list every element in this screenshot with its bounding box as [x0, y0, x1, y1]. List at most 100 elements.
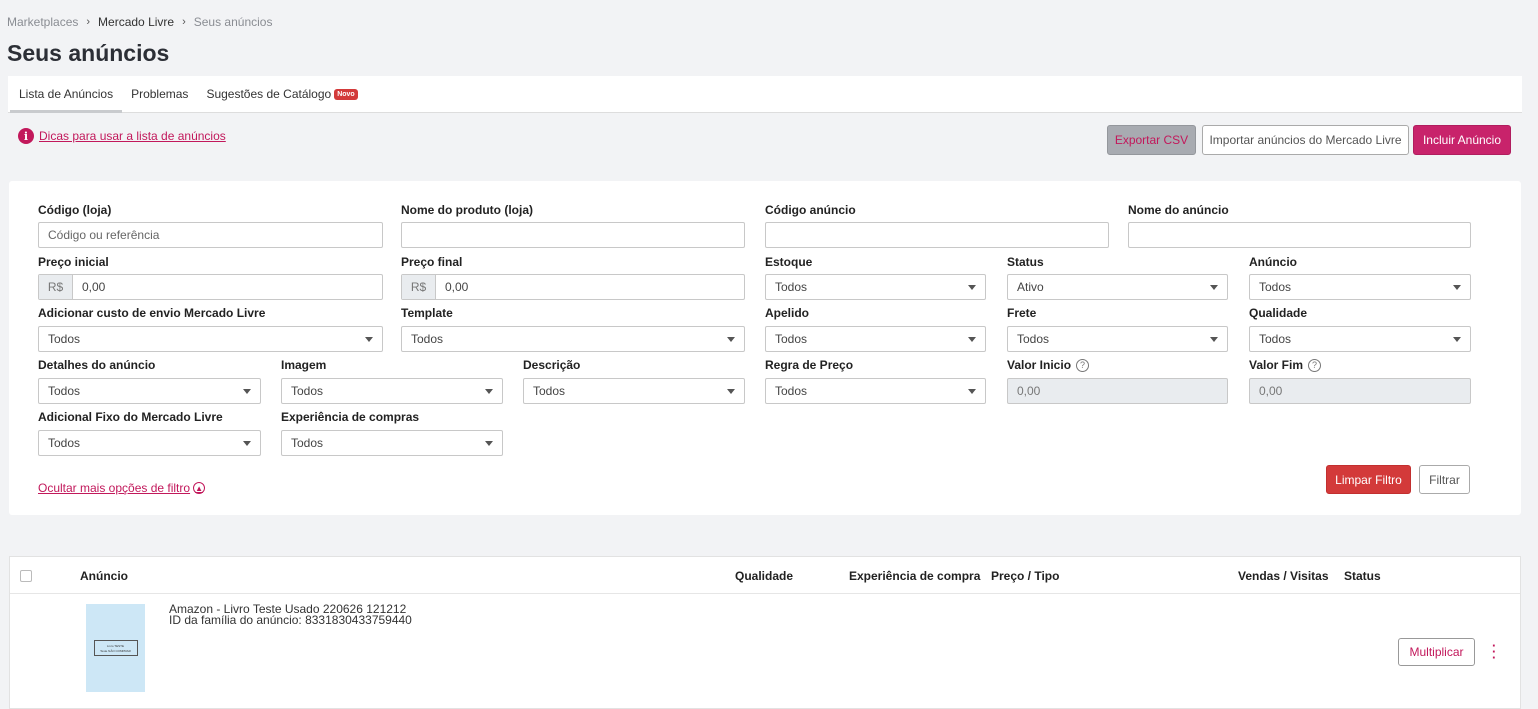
currency-prefix: R$ [39, 275, 73, 299]
chevron-down-icon [968, 336, 976, 342]
multiply-button[interactable]: Multiplicar [1398, 638, 1475, 666]
filter-label: Estoque [765, 255, 813, 269]
new-badge: Novo [334, 88, 358, 100]
chevron-down-icon [243, 388, 251, 394]
preco-final-input[interactable]: R$ 0,00 [401, 274, 745, 300]
chevron-down-icon [1453, 284, 1461, 290]
chevron-down-icon [968, 284, 976, 290]
breadcrumb: Marketplaces › Mercado Livre › Seus anún… [7, 15, 272, 29]
breadcrumb-marketplaces[interactable]: Marketplaces [7, 15, 78, 29]
chevron-down-icon [365, 336, 373, 342]
hide-filters-link[interactable]: Ocultar mais opções de filtro ▲ [38, 481, 206, 495]
chevron-down-icon [1210, 336, 1218, 342]
include-listing-button[interactable]: Incluir Anúncio [1413, 125, 1511, 155]
tab-sugestoes-catalogo[interactable]: Sugestões de Catálogo Novo [197, 76, 366, 112]
more-options-icon[interactable]: · · · [1492, 639, 1496, 664]
breadcrumb-separator: › [86, 16, 91, 28]
clear-filter-button[interactable]: Limpar Filtro [1326, 465, 1411, 494]
divider [10, 593, 1520, 594]
help-icon[interactable]: ? [1308, 358, 1322, 372]
filter-label: Frete [1007, 306, 1037, 320]
detalhes-select[interactable]: Todos [38, 378, 261, 404]
descricao-select[interactable]: Todos [523, 378, 745, 404]
filter-label: Preço final [401, 255, 463, 269]
filter-button[interactable]: Filtrar [1419, 465, 1470, 494]
preco-final-value: 0,00 [445, 280, 469, 294]
tabs-bar: Lista de Anúncios Problemas Sugestões de… [8, 76, 1522, 113]
chevron-up-icon: ▲ [193, 482, 206, 494]
import-listings-button[interactable]: Importar anúncios do Mercado Livre [1202, 125, 1409, 155]
experiencia-select[interactable]: Todos [281, 430, 503, 456]
select-value: Todos [1017, 332, 1050, 346]
custo-envio-select[interactable]: Todos [38, 326, 383, 352]
select-value: Todos [533, 384, 566, 398]
chevron-down-icon [1210, 284, 1218, 290]
select-value: Todos [291, 384, 324, 398]
breadcrumb-separator: › [182, 16, 186, 28]
status-select[interactable]: Ativo [1007, 274, 1228, 300]
regra-preco-select[interactable]: Todos [765, 378, 986, 404]
column-header-experiencia: Experiência de compra [849, 569, 981, 583]
filter-label: Status [1007, 255, 1044, 269]
filter-label: Regra de Preço [765, 358, 854, 372]
chevron-down-icon [243, 440, 251, 446]
filter-label: Valor Inicio ? [1007, 358, 1090, 372]
tips-link[interactable]: Dicas para usar a lista de anúncios [39, 129, 226, 143]
select-value: Todos [411, 332, 444, 346]
chevron-down-icon [727, 388, 735, 394]
codigo-anuncio-input[interactable] [765, 222, 1109, 248]
filter-label: Valor Fim ? [1249, 358, 1322, 372]
preco-inicial-input[interactable]: R$ 0,00 [38, 274, 383, 300]
codigo-loja-input[interactable]: Código ou referência [38, 222, 383, 248]
anuncio-select[interactable]: Todos [1249, 274, 1471, 300]
nome-anuncio-input[interactable] [1128, 222, 1471, 248]
column-header-qualidade: Qualidade [735, 569, 794, 583]
currency-prefix: R$ [402, 275, 436, 299]
filter-label-text: Valor Fim [1249, 358, 1304, 372]
info-icon: i [18, 128, 34, 144]
filter-label: Preço inicial [38, 255, 109, 269]
select-value: Todos [775, 332, 808, 346]
filter-label: Apelido [765, 306, 809, 320]
filter-label: Nome do anúncio [1128, 203, 1229, 217]
page-title: Seus anúncios [7, 40, 170, 66]
frete-select[interactable]: Todos [1007, 326, 1228, 352]
template-select[interactable]: Todos [401, 326, 745, 352]
filter-label: Qualidade [1249, 306, 1308, 320]
chevron-down-icon [727, 336, 735, 342]
breadcrumb-current: Seus anúncios [193, 15, 273, 29]
select-all-checkbox[interactable] [20, 570, 32, 582]
apelido-select[interactable]: Todos [765, 326, 986, 352]
listing-info: Amazon - Livro Teste Usado 220626 121212… [169, 603, 412, 626]
filter-label: Template [401, 306, 453, 320]
filter-label: Código (loja) [38, 203, 112, 217]
tab-label: Lista de Anúncios [19, 87, 114, 101]
column-header-vendas: Vendas / Visitas [1238, 569, 1329, 583]
breadcrumb-mercado-livre[interactable]: Mercado Livre [98, 15, 174, 29]
select-value: Todos [48, 436, 81, 450]
adicional-fixo-select[interactable]: Todos [38, 430, 261, 456]
estoque-select[interactable]: Todos [765, 274, 986, 300]
chevron-down-icon [1453, 336, 1461, 342]
qualidade-select[interactable]: Todos [1249, 326, 1471, 352]
chevron-down-icon [485, 388, 493, 394]
export-csv-button[interactable]: Exportar CSV [1107, 125, 1196, 155]
column-header-status: Status [1344, 569, 1381, 583]
thumbnail-line: Teste NÃO COMPRAR [100, 648, 131, 653]
filter-panel: Código (loja) Código ou referência Nome … [9, 181, 1521, 515]
filter-label: Experiência de compras [281, 410, 420, 424]
filter-label: Imagem [281, 358, 327, 372]
select-value: Todos [1259, 332, 1292, 346]
select-value: Ativo [1017, 280, 1044, 294]
tab-lista-anuncios[interactable]: Lista de Anúncios [10, 76, 123, 113]
tab-problemas[interactable]: Problemas [122, 76, 197, 112]
help-icon[interactable]: ? [1076, 358, 1090, 372]
select-value: Todos [775, 280, 808, 294]
select-value: Todos [775, 384, 808, 398]
nome-produto-input[interactable] [401, 222, 745, 248]
product-thumbnail[interactable]: Livro TESTE Teste NÃO COMPRAR [86, 604, 145, 692]
tab-label: Sugestões de Catálogo [206, 87, 332, 101]
select-value: Todos [291, 436, 324, 450]
imagem-select[interactable]: Todos [281, 378, 503, 404]
filter-label: Código anúncio [765, 203, 856, 217]
